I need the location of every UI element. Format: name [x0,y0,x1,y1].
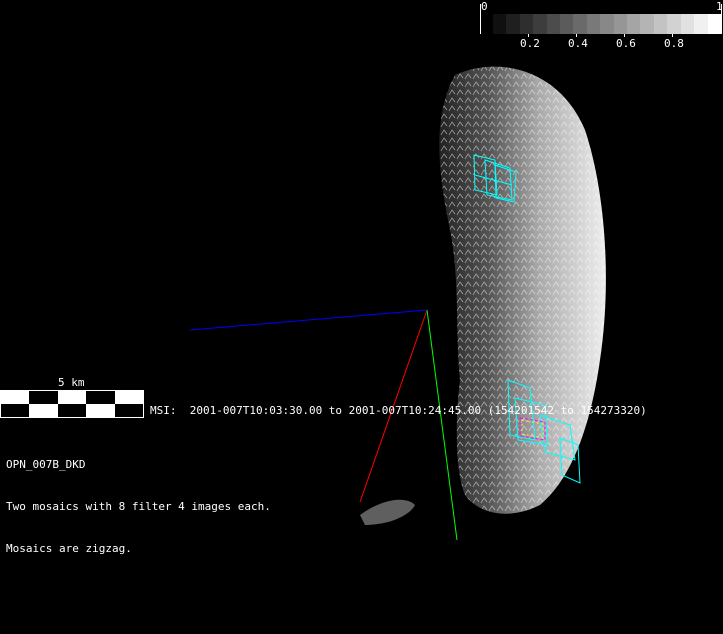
scale-bar-cell [57,404,87,417]
colorbar-step [519,14,534,34]
scale-bar-cell [114,404,143,417]
colorbar-tick-label: 0.6 [616,37,636,50]
colorbar-step [506,14,520,34]
asteroid-shape [360,66,606,525]
colorbar-step [694,14,708,34]
colorbar-step [627,14,641,34]
viewer-canvas[interactable]: 0 1 0.2 0.4 0.6 0.8 5 km MSI: 2001-007T1… [0,0,723,634]
colorbar-step [680,14,695,34]
colorbar-tick-label: 0.8 [664,37,684,50]
scale-bar-cell [29,391,58,404]
scale-bar-cell [29,404,58,417]
colorbar-step [640,14,654,34]
colorbar-tick-label: 0.2 [520,37,540,50]
colorbar-gradient [493,14,721,34]
colorbar-step [573,14,587,34]
colorbar-step [546,14,561,34]
scale-bar-checkerboard [0,390,144,418]
scale-bar-cell [86,391,115,404]
axis-y-line [426,309,458,541]
axis-z-line [189,309,428,331]
observation-info: OPN_007B_DKD Two mosaics with 8 filter 4… [6,430,271,584]
colorbar-min-label: 0 [481,0,488,13]
scale-bar-label: 5 km [58,376,85,389]
scale-bar-cell [114,391,143,404]
colorbar-step [707,14,721,34]
scale-bar-cell [86,404,115,417]
colorbar-step [560,14,574,34]
colorbar-step [533,14,547,34]
scale-bar-cell [1,391,30,404]
observation-description: Two mosaics with 8 filter 4 images each. [6,500,271,513]
colorbar-step [600,14,614,34]
observation-id: OPN_007B_DKD [6,458,86,471]
scale-bar-cell [57,391,87,404]
msi-time-range: MSI: 2001-007T10:03:30.00 to 2001-007T10… [150,404,647,417]
colorbar-step [653,14,668,34]
scale-bar-cell [1,404,30,417]
colorbar-step [613,14,628,34]
colorbar: 0 1 0.2 0.4 0.6 0.8 [480,0,723,50]
observation-note: Mosaics are zigzag. [6,542,132,555]
colorbar-step [493,14,507,34]
colorbar-step [586,14,601,34]
colorbar-step [667,14,681,34]
colorbar-tick-label: 0.4 [568,37,588,50]
